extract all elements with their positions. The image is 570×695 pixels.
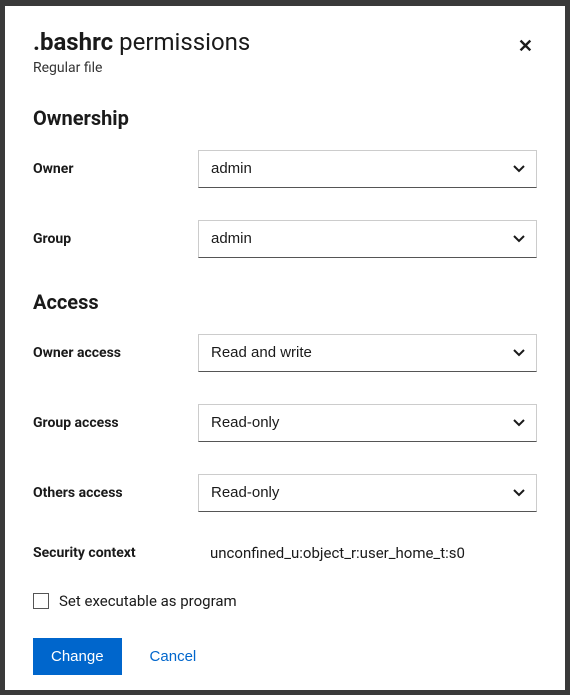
group-row: Group admin	[33, 220, 537, 258]
group-access-row: Group access Read-only	[33, 404, 537, 442]
title-block: .bashrc permissions Regular file	[33, 28, 250, 76]
security-context-row: Security context unconfined_u:object_r:u…	[33, 544, 537, 562]
dialog-title: .bashrc permissions	[33, 28, 250, 56]
dialog-actions: Change Cancel	[33, 638, 537, 675]
dialog-subtitle: Regular file	[33, 60, 250, 76]
close-button[interactable]: ✕	[514, 32, 537, 61]
executable-row: Set executable as program	[33, 592, 537, 610]
group-access-select-wrapper: Read-only	[198, 404, 537, 442]
security-context-label: Security context	[33, 545, 198, 561]
others-access-value: Read-only	[211, 484, 279, 501]
group-select-wrapper: admin	[198, 220, 537, 258]
title-suffix: permissions	[113, 28, 250, 56]
others-access-row: Others access Read-only	[33, 474, 537, 512]
executable-checkbox[interactable]	[33, 593, 49, 609]
group-access-value: Read-only	[211, 414, 279, 431]
ownership-heading: Ownership	[33, 106, 537, 130]
others-access-label: Others access	[33, 485, 198, 501]
owner-access-value: Read and write	[211, 344, 312, 361]
security-context-value: unconfined_u:object_r:user_home_t:s0	[198, 544, 465, 562]
others-access-select[interactable]: Read-only	[198, 474, 537, 512]
access-heading: Access	[33, 290, 537, 314]
owner-row: Owner admin	[33, 150, 537, 188]
executable-label: Set executable as program	[59, 592, 237, 610]
change-button[interactable]: Change	[33, 638, 122, 675]
close-icon: ✕	[518, 36, 533, 56]
dialog-header: .bashrc permissions Regular file ✕	[33, 28, 537, 76]
group-access-select[interactable]: Read-only	[198, 404, 537, 442]
title-filename: .bashrc	[33, 28, 113, 56]
owner-access-label: Owner access	[33, 345, 198, 361]
group-access-label: Group access	[33, 415, 198, 431]
owner-select-wrapper: admin	[198, 150, 537, 188]
owner-access-row: Owner access Read and write	[33, 334, 537, 372]
group-select[interactable]: admin	[198, 220, 537, 258]
permissions-dialog: .bashrc permissions Regular file ✕ Owner…	[5, 6, 565, 690]
owner-access-select-wrapper: Read and write	[198, 334, 537, 372]
group-select-value: admin	[211, 230, 252, 247]
owner-select[interactable]: admin	[198, 150, 537, 188]
owner-select-value: admin	[211, 160, 252, 177]
others-access-select-wrapper: Read-only	[198, 474, 537, 512]
owner-access-select[interactable]: Read and write	[198, 334, 537, 372]
group-label: Group	[33, 231, 198, 247]
owner-label: Owner	[33, 161, 198, 177]
cancel-button[interactable]: Cancel	[150, 648, 197, 665]
